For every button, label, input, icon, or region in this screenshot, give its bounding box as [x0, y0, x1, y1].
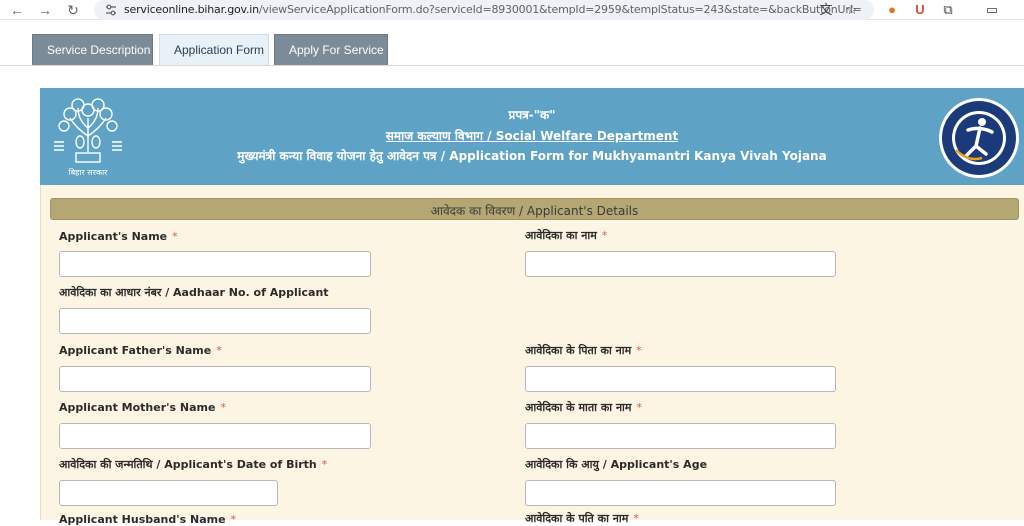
extensions-puzzle-icon[interactable]: ⧉: [940, 2, 956, 18]
required-marker: *: [636, 344, 642, 357]
mother-name-label-text: Applicant Mother's Name: [59, 401, 216, 414]
father-name-hindi-label: आवेदिका के पिता का नाम *: [525, 343, 642, 358]
back-icon[interactable]: ←: [8, 1, 26, 19]
emblem-caption: बिहार सरकार: [69, 167, 109, 177]
husband-name-hindi-label-text: आवेदिका के पति का नाम: [525, 512, 629, 525]
bookmark-star-icon[interactable]: ☆: [844, 2, 860, 18]
social-welfare-logo: [939, 98, 1019, 178]
form-header: प्रपत्र-"क" समाज कल्याण विभाग / Social W…: [40, 88, 1024, 185]
mother-name-label: Applicant Mother's Name *: [59, 401, 226, 414]
section-title: आवेदक का विवरण / Applicant's Details: [430, 204, 639, 218]
required-marker: *: [321, 458, 328, 471]
applicant-name-label: Applicant's Name *: [59, 230, 178, 243]
age-label: आवेदिका कि आयु / Applicant's Age: [525, 458, 708, 471]
address-bar[interactable]: serviceonline.bihar.gov.in/viewServiceAp…: [94, 0, 874, 20]
dob-label: आवेदिका की जन्मतिथि / Applicant's Date o…: [59, 457, 327, 472]
aadhaar-label: आवेदिका का आधार नंबर / Aadhaar No. of Ap…: [59, 286, 329, 299]
mother-name-hindi-label-text: आवेदिका के माता का नाम: [525, 401, 632, 414]
reading-list-icon[interactable]: ▭: [984, 2, 1000, 18]
father-name-hindi-input[interactable]: [525, 366, 836, 392]
father-name-input[interactable]: [59, 366, 371, 392]
url-host: serviceonline.bihar.gov.in: [124, 3, 259, 16]
applicant-name-hindi-label: आवेदिका का नाम *: [525, 228, 607, 243]
required-marker: *: [636, 401, 643, 414]
age-input[interactable]: [525, 480, 836, 506]
form-tabs: Service Description Application Form App…: [0, 20, 1024, 66]
applicant-name-label-text: Applicant's Name: [59, 230, 168, 243]
applicant-details-panel: आवेदक का विवरण / Applicant's Details App…: [40, 185, 1024, 526]
required-marker: *: [633, 512, 639, 525]
applicant-name-input[interactable]: [59, 251, 371, 277]
extension-s-icon[interactable]: ●: [884, 2, 900, 18]
dob-label-text: आवेदिका की जन्मतिथि / Applicant's Date o…: [59, 458, 317, 471]
required-marker: *: [220, 401, 226, 414]
tab-service-description[interactable]: Service Description: [32, 34, 153, 65]
applicant-name-hindi-label-text: आवेदिका का नाम: [525, 229, 597, 242]
forward-icon[interactable]: →: [36, 1, 54, 19]
form-title: मुख्यमंत्री कन्या विवाह योजना हेतु आवेदन…: [237, 149, 827, 163]
required-marker: *: [172, 230, 178, 243]
translate-icon[interactable]: ⽂: [818, 2, 834, 18]
mother-name-input[interactable]: [59, 423, 371, 449]
reload-icon[interactable]: ↻: [64, 1, 82, 19]
url-path: /viewServiceApplicationForm.do?serviceId…: [258, 3, 862, 16]
extension-u-icon[interactable]: U: [912, 2, 928, 18]
url-text: serviceonline.bihar.gov.in/viewServiceAp…: [124, 3, 862, 16]
applicant-name-hindi-input[interactable]: [525, 251, 836, 277]
site-settings-icon[interactable]: [104, 3, 118, 17]
department-name: समाज कल्याण विभाग / Social Welfare Depar…: [385, 129, 679, 143]
bihar-emblem-logo: बिहार सरकार: [54, 98, 122, 177]
father-name-hindi-label-text: आवेदिका के पिता का नाम: [525, 344, 632, 357]
required-marker: *: [601, 229, 608, 242]
father-name-label: Applicant Father's Name *: [59, 344, 222, 357]
aadhaar-input[interactable]: [59, 308, 371, 334]
husband-name-hindi-label: आवेदिका के पति का नाम *: [525, 511, 639, 526]
browser-toolbar: ← → ↻ serviceonline.bihar.gov.in/viewSer…: [0, 0, 1024, 20]
mother-name-hindi-input[interactable]: [525, 423, 836, 449]
father-name-label-text: Applicant Father's Name: [59, 344, 212, 357]
section-header: आवेदक का विवरण / Applicant's Details: [50, 198, 1019, 220]
form-code: प्रपत्र-"क": [508, 108, 556, 122]
required-marker: *: [216, 344, 222, 357]
tab-apply-for-service[interactable]: Apply For Service: [274, 34, 388, 65]
dob-input[interactable]: [59, 480, 278, 506]
tab-application-form[interactable]: Application Form: [159, 34, 269, 65]
mother-name-hindi-label: आवेदिका के माता का नाम *: [525, 400, 642, 415]
